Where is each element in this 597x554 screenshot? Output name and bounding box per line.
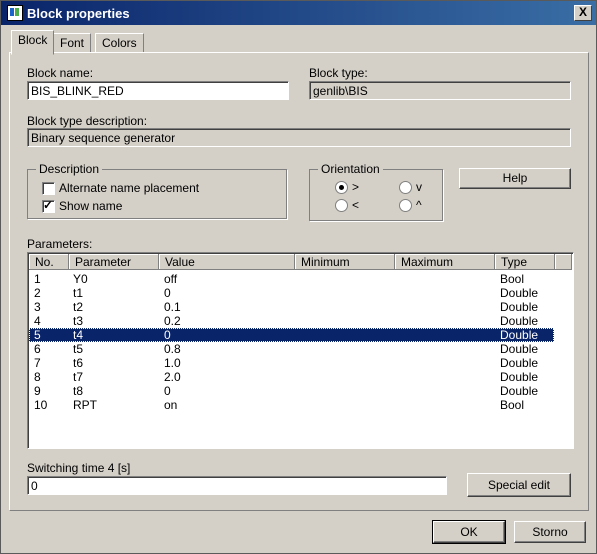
cell-parameter: t4: [73, 328, 84, 342]
column-header-no[interactable]: No.: [29, 254, 69, 270]
table-row[interactable]: 7 t6 1.0 Double: [29, 356, 554, 370]
cell-type: Double: [500, 342, 539, 356]
column-header-minimum[interactable]: Minimum: [295, 254, 395, 270]
ok-button[interactable]: OK: [432, 520, 506, 544]
cell-value: 0.1: [164, 300, 181, 314]
cell-value: 0.2: [164, 314, 181, 328]
block-type-field: genlib\BIS: [309, 81, 571, 100]
cell-no: 3: [34, 300, 41, 314]
table-row[interactable]: 4 t3 0.2 Double: [29, 314, 554, 328]
cell-no: 2: [34, 286, 41, 300]
parameters-table[interactable]: No. Parameter Value Minimum Maximum Type…: [27, 252, 574, 449]
description-group-title: Description: [36, 162, 103, 176]
cell-parameter: t7: [73, 370, 84, 384]
cell-parameter: t8: [73, 384, 84, 398]
cell-no: 9: [34, 384, 41, 398]
block-name-label: Block name:: [27, 66, 94, 80]
parameters-label: Parameters:: [27, 237, 93, 251]
cell-no: 6: [34, 342, 41, 356]
dialog-window: Block properties X Block Font Colors Blo…: [0, 0, 597, 554]
orientation-down-radio[interactable]: [399, 181, 412, 194]
cell-no: 8: [34, 370, 41, 384]
orientation-group: Orientation: [309, 162, 443, 221]
column-header-filler: [555, 254, 572, 270]
column-header-maximum[interactable]: Maximum: [395, 254, 495, 270]
cell-value: 1.0: [164, 356, 181, 370]
cell-parameter: t2: [73, 300, 84, 314]
orientation-right-radio[interactable]: [335, 181, 348, 194]
cell-type: Double: [500, 370, 539, 384]
cell-type: Bool: [500, 272, 525, 286]
cell-parameter: t1: [73, 286, 84, 300]
cell-parameter: t3: [73, 314, 84, 328]
orientation-left-radio[interactable]: [335, 199, 348, 212]
table-row[interactable]: 3 t2 0.1 Double: [29, 300, 554, 314]
cell-type: Double: [500, 356, 539, 370]
column-header-value[interactable]: Value: [159, 254, 295, 270]
block-desc-label: Block type description:: [27, 114, 148, 128]
switching-time-label: Switching time 4 [s]: [27, 461, 131, 475]
show-name-label[interactable]: Show name: [59, 199, 122, 213]
orientation-right-label[interactable]: >: [352, 180, 359, 194]
table-row[interactable]: 1 Y0 off Bool: [29, 272, 554, 286]
table-row[interactable]: 10 RPT on Bool: [29, 398, 554, 412]
block-name-input[interactable]: BIS_BLINK_RED: [27, 81, 289, 100]
cell-parameter: RPT: [73, 398, 97, 412]
table-row[interactable]: 8 t7 2.0 Double: [29, 370, 554, 384]
cell-no: 7: [34, 356, 41, 370]
block-type-label: Block type:: [309, 66, 368, 80]
cell-type: Double: [500, 300, 539, 314]
cancel-button[interactable]: Storno: [514, 521, 586, 543]
help-button[interactable]: Help: [459, 168, 571, 189]
cell-value: on: [164, 398, 178, 412]
cell-parameter: t6: [73, 356, 84, 370]
cell-no: 1: [34, 272, 41, 286]
special-edit-button[interactable]: Special edit: [467, 473, 571, 497]
switching-time-input[interactable]: 0: [27, 476, 447, 495]
cell-type: Double: [500, 384, 539, 398]
orientation-down-label[interactable]: v: [416, 180, 422, 194]
cell-no: 10: [34, 398, 48, 412]
cell-value: 0.8: [164, 342, 181, 356]
cell-no: 4: [34, 314, 41, 328]
cell-value: 2.0: [164, 370, 181, 384]
block-desc-field: Binary sequence generator: [27, 128, 571, 147]
cell-value: off: [164, 272, 178, 286]
cell-type: Double: [500, 314, 539, 328]
alternate-name-checkbox[interactable]: [42, 182, 55, 195]
table-row[interactable]: 5 t4 0 Double: [29, 328, 554, 342]
show-name-checkbox[interactable]: ✓: [42, 198, 55, 213]
check-mark-icon: ✓: [43, 198, 54, 212]
table-row[interactable]: 6 t5 0.8 Double: [29, 342, 554, 356]
orientation-left-label[interactable]: <: [352, 198, 359, 212]
alternate-name-label[interactable]: Alternate name placement: [59, 181, 199, 195]
cell-value: 0: [164, 286, 171, 300]
orientation-group-title: Orientation: [318, 162, 383, 176]
cell-type: Bool: [500, 398, 525, 412]
column-header-type[interactable]: Type: [495, 254, 555, 270]
cell-value: 0: [164, 384, 171, 398]
cell-no: 5: [34, 328, 41, 342]
column-header-parameter[interactable]: Parameter: [69, 254, 159, 270]
cell-type: Double: [500, 328, 539, 342]
table-row[interactable]: 2 t1 0 Double: [29, 286, 554, 300]
cell-type: Double: [500, 286, 539, 300]
orientation-up-radio[interactable]: [399, 199, 412, 212]
cell-parameter: t5: [73, 342, 84, 356]
cell-parameter: Y0: [73, 272, 88, 286]
table-row[interactable]: 9 t8 0 Double: [29, 384, 554, 398]
cell-value: 0: [164, 328, 171, 342]
orientation-up-label[interactable]: ^: [416, 198, 422, 212]
